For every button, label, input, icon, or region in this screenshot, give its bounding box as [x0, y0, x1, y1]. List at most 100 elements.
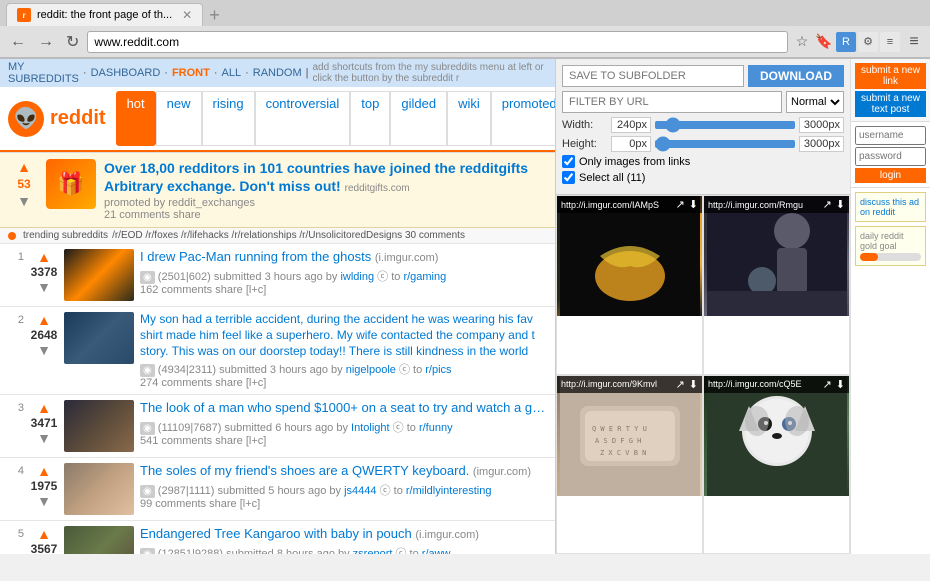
- tab-wiki[interactable]: wiki: [447, 91, 491, 146]
- address-bar[interactable]: [87, 31, 788, 53]
- post-subreddit[interactable]: r/gaming: [403, 271, 446, 283]
- username-input[interactable]: [855, 126, 926, 145]
- banner-comments-link[interactable]: 21 comments: [104, 209, 170, 221]
- image-cell[interactable]: http://i.imgur.com/IAMpS ↗ ⬇: [556, 195, 703, 375]
- upvote-button[interactable]: ▲: [37, 463, 51, 479]
- save-link[interactable]: [l+c]: [246, 435, 266, 447]
- select-all-checkbox[interactable]: [562, 171, 575, 184]
- save-link[interactable]: [l+c]: [246, 284, 266, 296]
- post-title[interactable]: My son had a terrible accident, during t…: [140, 312, 547, 359]
- post-thumbnail[interactable]: [64, 312, 134, 364]
- tab-new[interactable]: new: [156, 91, 202, 146]
- height-slider[interactable]: [655, 140, 795, 148]
- height-max-input[interactable]: [799, 136, 844, 152]
- banner-downvote[interactable]: ▼: [17, 193, 31, 209]
- comments-link[interactable]: 541 comments: [140, 435, 212, 447]
- share-link[interactable]: share: [209, 498, 237, 510]
- tab-hot[interactable]: hot: [116, 91, 156, 146]
- post-subreddit[interactable]: r/mildlyinteresting: [406, 485, 492, 497]
- upvote-button[interactable]: ▲: [37, 400, 51, 416]
- refresh-button[interactable]: ↻: [62, 30, 83, 54]
- download-image-icon[interactable]: ⬇: [836, 378, 845, 391]
- reddit-logo-text[interactable]: reddit: [50, 107, 106, 130]
- image-preview-2[interactable]: [704, 196, 849, 316]
- comments-link[interactable]: 99 comments: [140, 498, 206, 510]
- share-link[interactable]: share: [215, 284, 243, 296]
- tab-gilded[interactable]: gilded: [390, 91, 447, 146]
- discuss-ad-text[interactable]: discuss this ad on reddit: [860, 197, 921, 217]
- downvote-button[interactable]: ▼: [37, 493, 51, 509]
- tab-controversial[interactable]: controversial: [255, 91, 351, 146]
- share-link[interactable]: share: [215, 435, 243, 447]
- download-image-icon[interactable]: ⬇: [689, 198, 698, 211]
- downvote-button[interactable]: ▼: [37, 342, 51, 358]
- post-title[interactable]: I drew Pac-Man running from the ghosts (…: [140, 249, 547, 266]
- image-preview-3[interactable]: Q W E R T Y U A S D F G H Z X C V B N: [557, 376, 702, 496]
- open-image-icon[interactable]: ↗: [823, 198, 832, 211]
- downvote-button[interactable]: ▼: [37, 430, 51, 446]
- dashboard-link[interactable]: DASHBOARD: [91, 67, 161, 79]
- ext-icon-1[interactable]: R: [836, 32, 856, 52]
- comments-link[interactable]: 274 comments: [140, 377, 212, 389]
- image-cell[interactable]: http://i.imgur.com/Rmgu ↗ ⬇: [703, 195, 850, 375]
- post-subreddit[interactable]: r/aww: [422, 548, 451, 554]
- image-preview-4[interactable]: [704, 376, 849, 496]
- post-thumbnail[interactable]: [64, 249, 134, 301]
- password-input[interactable]: [855, 147, 926, 166]
- comments-link[interactable]: 162 comments: [140, 284, 212, 296]
- save-to-subfolder-input[interactable]: [562, 65, 744, 87]
- width-slider[interactable]: [655, 121, 795, 129]
- bookmark-icon[interactable]: 🔖: [814, 32, 834, 52]
- save-link[interactable]: [l+c]: [240, 498, 260, 510]
- downvote-button[interactable]: ▼: [37, 279, 51, 295]
- post-thumbnail[interactable]: [64, 463, 134, 515]
- all-link[interactable]: ALL: [222, 67, 242, 79]
- new-tab-button[interactable]: +: [209, 5, 220, 26]
- ext-icon-3[interactable]: ≡: [880, 32, 900, 52]
- post-thumbnail[interactable]: [64, 400, 134, 452]
- submit-text-button[interactable]: submit a new text post: [855, 91, 926, 117]
- post-subreddit[interactable]: r/funny: [419, 422, 453, 434]
- tab-promoted[interactable]: promoted: [491, 91, 555, 146]
- browser-tab[interactable]: r reddit: the front page of th... ✕: [6, 3, 203, 26]
- upvote-button[interactable]: ▲: [37, 526, 51, 542]
- normal-select[interactable]: Normal: [786, 91, 844, 113]
- only-images-checkbox[interactable]: [562, 155, 575, 168]
- post-title[interactable]: The look of a man who spend $1000+ on a …: [140, 400, 547, 417]
- back-button[interactable]: ←: [6, 31, 30, 53]
- post-author[interactable]: zsreport: [353, 548, 393, 554]
- forward-button[interactable]: →: [34, 31, 58, 53]
- random-link[interactable]: RANDOM: [253, 67, 302, 79]
- image-cell[interactable]: http://i.imgur.com/cQ5E ↗ ⬇: [703, 375, 850, 555]
- ext-icon-2[interactable]: ⚙: [858, 32, 878, 52]
- star-icon[interactable]: ☆: [792, 32, 812, 52]
- post-author[interactable]: js4444: [344, 485, 376, 497]
- post-title[interactable]: The soles of my friend's shoes are a QWE…: [140, 463, 547, 480]
- width-value-input[interactable]: [611, 117, 651, 133]
- open-image-icon[interactable]: ↗: [823, 378, 832, 391]
- image-preview-1[interactable]: [557, 196, 702, 316]
- login-button[interactable]: login: [855, 168, 926, 183]
- upvote-button[interactable]: ▲: [37, 249, 51, 265]
- submit-link-button[interactable]: submit a new link: [855, 63, 926, 89]
- post-author[interactable]: iwlding: [340, 271, 374, 283]
- download-image-icon[interactable]: ⬇: [689, 378, 698, 391]
- post-subreddit[interactable]: r/pics: [425, 364, 451, 376]
- open-image-icon[interactable]: ↗: [676, 198, 685, 211]
- save-link[interactable]: [l+c]: [246, 377, 266, 389]
- my-subreddits-link[interactable]: MY SUBREDDITS: [8, 61, 79, 85]
- browser-menu-button[interactable]: ≡: [904, 32, 924, 52]
- download-button[interactable]: DOWNLOAD: [748, 65, 844, 87]
- banner-title[interactable]: Over 18,00 redditors in 101 countries ha…: [104, 159, 545, 195]
- download-image-icon[interactable]: ⬇: [836, 198, 845, 211]
- post-title[interactable]: Endangered Tree Kangaroo with baby in po…: [140, 526, 547, 543]
- banner-share-link[interactable]: share: [173, 209, 201, 221]
- banner-upvote[interactable]: ▲: [17, 159, 31, 175]
- post-author[interactable]: Intolight: [351, 422, 390, 434]
- width-max-input[interactable]: [799, 117, 844, 133]
- share-link[interactable]: share: [215, 377, 243, 389]
- height-value-input[interactable]: [611, 136, 651, 152]
- post-thumbnail[interactable]: [64, 526, 134, 554]
- tab-close-button[interactable]: ✕: [182, 8, 192, 22]
- image-cell[interactable]: http://i.imgur.com/9Kmvl ↗ ⬇ Q W E R T Y…: [556, 375, 703, 555]
